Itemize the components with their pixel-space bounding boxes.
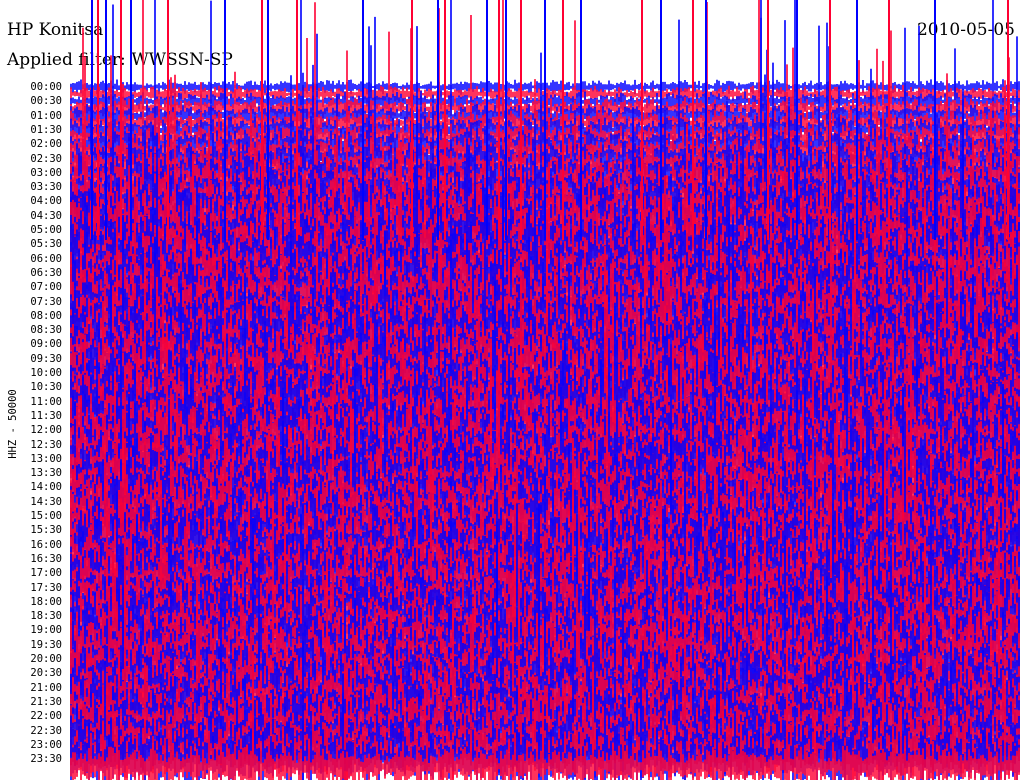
helicorder-plot xyxy=(70,0,1020,780)
